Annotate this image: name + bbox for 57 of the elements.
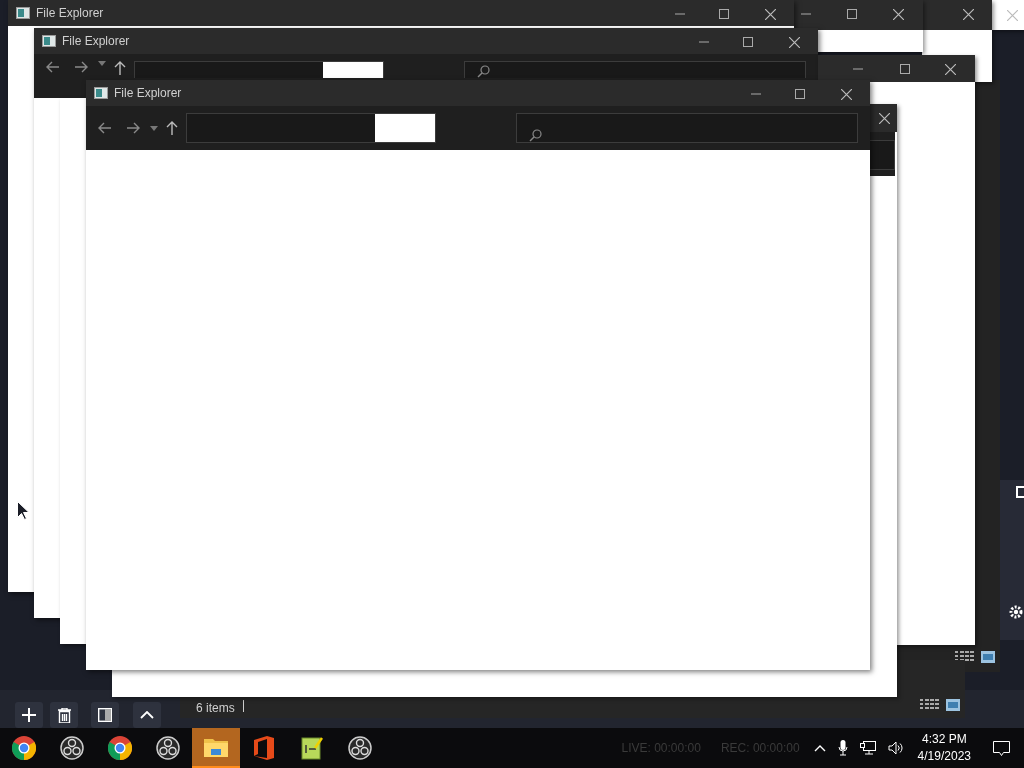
folder-icon [204,737,228,757]
plus-icon [22,708,36,722]
back-icon[interactable] [46,61,60,73]
plus-button[interactable] [15,702,43,728]
close-icon [962,8,974,20]
app-icon [16,7,30,19]
app-icon [94,87,108,99]
forward-icon[interactable] [126,122,140,134]
window-title: File Explorer [62,33,130,50]
chevron-up-icon[interactable] [813,744,826,752]
trash-button[interactable] [50,702,78,728]
address-field[interactable] [134,61,384,78]
forward-icon[interactable] [74,61,88,73]
close-icon [878,112,890,124]
close-icon [788,36,800,48]
network-icon[interactable] [859,741,876,755]
view-icons[interactable] [920,699,960,711]
window-title: File Explorer [36,5,104,22]
maximize-icon [743,37,753,47]
window-title: File Explorer [114,85,182,102]
obs-icon [60,736,84,760]
notification-icon[interactable] [993,740,1010,756]
close-icon [764,8,776,20]
chevron-down-icon[interactable] [98,61,106,66]
address-field[interactable] [186,113,436,143]
chevron-down-icon[interactable] [150,125,158,131]
microphone-icon[interactable] [837,740,848,756]
up-arrow-icon[interactable] [114,61,126,75]
chevron-up-button[interactable] [133,702,161,728]
app-icon [42,35,56,47]
obs-icon [348,736,372,760]
gear-icon[interactable] [1009,605,1023,619]
notepad-icon [301,736,323,760]
search-field[interactable] [516,113,858,143]
search-icon [477,65,490,78]
chrome-icon [108,736,132,760]
search-field[interactable] [464,61,806,78]
chrome-icon [12,736,36,760]
obs-icon [156,736,180,760]
search-icon [529,129,542,142]
panel-icon[interactable] [1016,486,1024,498]
office-icon [254,736,274,760]
close-icon [840,88,852,100]
maximize-icon [900,64,910,74]
trash-icon [57,707,71,723]
close-icon [944,63,956,75]
item-count: 6 items [196,700,236,715]
close-icon [892,8,904,20]
up-arrow-icon[interactable] [166,121,178,135]
maximize-icon [719,9,729,19]
clock[interactable]: 4:32 PM 4/19/2023 [917,731,971,765]
maximize-icon [795,89,805,99]
cursor-icon [17,501,29,520]
volume-icon[interactable] [887,741,904,755]
back-icon[interactable] [98,122,112,134]
chevron-up-icon [140,711,154,719]
maximize-icon [847,9,857,19]
